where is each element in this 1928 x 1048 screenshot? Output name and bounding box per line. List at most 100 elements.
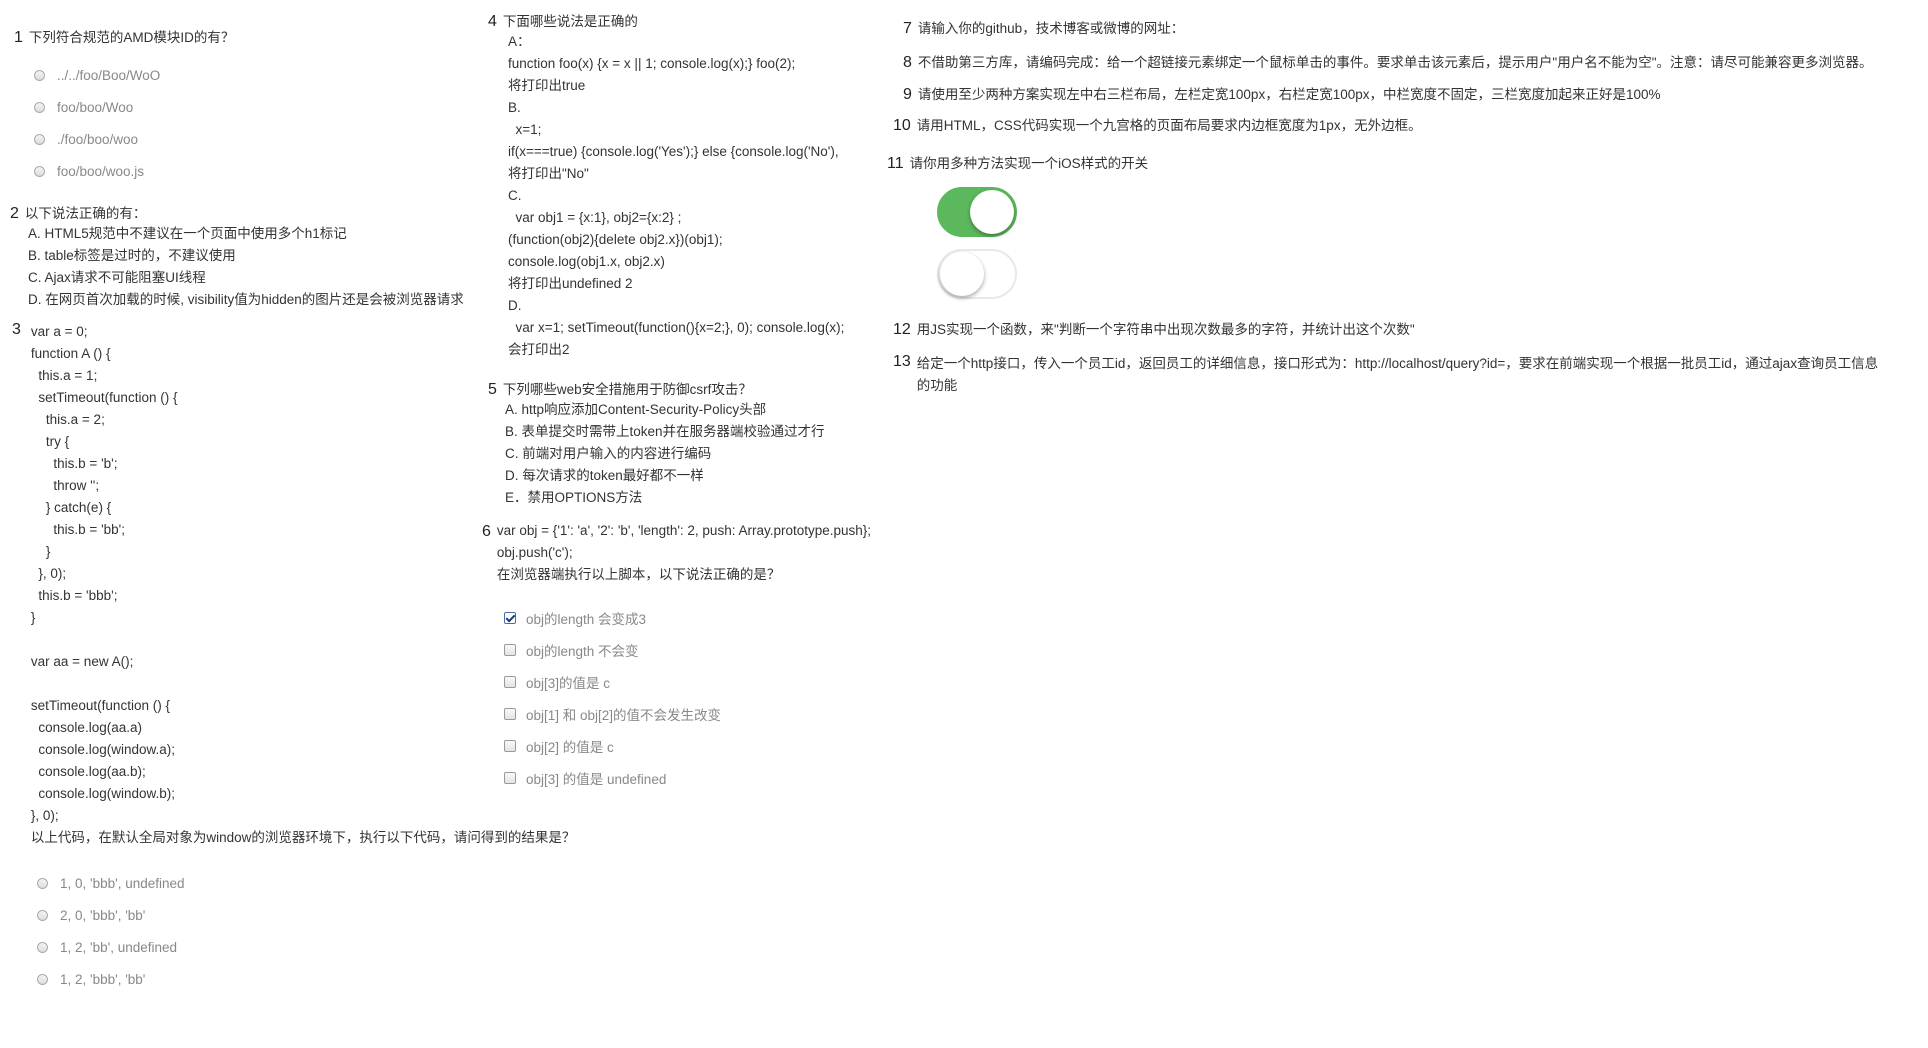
- option-label: foo/boo/Woo: [57, 99, 134, 115]
- statement: 将打印出true: [508, 78, 586, 93]
- question-title: 下面哪些说法是正确的: [502, 14, 638, 29]
- option-label: obj[3]的值是 c: [526, 676, 611, 691]
- question-13: 13 给定一个http接口，传入一个员工id，返回员工的详细信息，接口形式为：h…: [893, 353, 1913, 397]
- options: 1, 0, 'bbb', undefined 2, 0, 'bbb', 'bb'…: [37, 867, 575, 995]
- radio-button[interactable]: [34, 101, 45, 113]
- statement: 将打印出undefined 2: [508, 276, 633, 291]
- statement: C. Ajax请求不可能阻塞UI线程: [28, 270, 206, 285]
- statement: C.: [508, 188, 522, 203]
- question-number: 12: [893, 321, 911, 338]
- question-number: 2: [10, 205, 19, 222]
- option-label: 1, 2, 'bb', undefined: [60, 939, 177, 955]
- code-line: obj.push('c');: [496, 545, 573, 560]
- option-label: ./foo/boo/woo: [57, 131, 139, 147]
- checkbox-checked[interactable]: [504, 612, 516, 624]
- question-number: 10: [893, 117, 911, 134]
- statement: A：: [508, 34, 531, 49]
- radio-button[interactable]: [34, 69, 45, 81]
- question-7: 7 请输入你的github，技术博客或微博的网址：: [903, 20, 1184, 38]
- statement: B.: [508, 100, 521, 115]
- statement: D. 每次请求的token最好都不一样: [505, 468, 704, 483]
- option[interactable]: obj[3] 的值是 undefined: [504, 762, 871, 794]
- question-body: var obj = {'1': 'a', '2': 'b', 'length':…: [497, 520, 871, 586]
- option[interactable]: 2, 0, 'bbb', 'bb': [37, 899, 575, 931]
- question-2: 2 以下说法正确的有： A. HTML5规范中不建议在一个页面中使用多个h1标记…: [10, 205, 464, 311]
- code-line: }, 0);: [30, 808, 59, 823]
- question-title: 下列哪些web安全措施用于防御csrf攻击？: [502, 382, 752, 397]
- statement: x=1;: [508, 122, 542, 137]
- option[interactable]: foo/boo/Woo: [34, 91, 234, 123]
- statement: A. HTML5规范中不建议在一个页面中使用多个h1标记: [28, 226, 347, 241]
- option[interactable]: obj[2] 的值是 c: [504, 730, 871, 762]
- statement: var x=1; setTimeout(function(){x=2;}, 0)…: [508, 320, 845, 335]
- question-number: 3: [12, 321, 21, 338]
- option[interactable]: 1, 2, 'bbb', 'bb': [37, 963, 575, 995]
- question-number: 6: [482, 523, 491, 540]
- option[interactable]: obj的length 不会变: [504, 634, 871, 666]
- statement: 将打印出"No": [508, 166, 589, 181]
- question-number: 5: [488, 381, 497, 398]
- question-title: 在浏览器端执行以上脚本，以下说法正确的是？: [496, 567, 781, 582]
- question-number: 11: [887, 155, 904, 172]
- question-body: 给定一个http接口，传入一个员工id，返回员工的详细信息，接口形式为：http…: [917, 353, 1878, 397]
- question-number: 4: [488, 13, 497, 30]
- switch-group: [937, 187, 1148, 299]
- question-title: 请你用多种方法实现一个iOS样式的开关: [909, 156, 1149, 171]
- switch-knob: [940, 252, 984, 296]
- statement: B. table标签是过时的，不建议使用: [28, 248, 236, 263]
- statement: A. http响应添加Content-Security-Policy头部: [505, 402, 767, 417]
- ios-switch-on[interactable]: [937, 187, 1017, 237]
- checkbox[interactable]: [504, 676, 516, 688]
- radio-button[interactable]: [34, 165, 45, 177]
- option-label: 1, 2, 'bbb', 'bb': [60, 971, 146, 987]
- code-line: var obj = {'1': 'a', '2': 'b', 'length':…: [496, 523, 872, 538]
- question-number: 7: [903, 20, 912, 37]
- statement: D. 在网页首次加载的时候, visibility值为hidden的图片还是会被…: [28, 292, 464, 307]
- statement-list: A： function foo(x) {x = x || 1; console.…: [508, 31, 844, 361]
- option-label: foo/boo/woo.js: [57, 163, 145, 179]
- radio-button[interactable]: [37, 909, 48, 921]
- checkbox[interactable]: [504, 708, 516, 720]
- option[interactable]: obj[3]的值是 c: [504, 666, 871, 698]
- checkbox[interactable]: [504, 644, 516, 656]
- question-1: 1 下列符合规范的AMD模块ID的有？ ../../foo/Boo/WoO fo…: [14, 29, 234, 187]
- option-label: ../../foo/Boo/WoO: [57, 67, 161, 83]
- option[interactable]: ./foo/boo/woo: [34, 123, 234, 155]
- question-4: 4 下面哪些说法是正确的 A： function foo(x) {x = x |…: [488, 13, 844, 361]
- question-10: 10 请用HTML，CSS代码实现一个九宫格的页面布局要求内边框宽度为1px，无…: [893, 117, 1422, 135]
- radio-button[interactable]: [34, 133, 45, 145]
- radio-button[interactable]: [37, 941, 48, 953]
- statement: var obj1 = {x:1}, obj2={x:2} ;: [508, 210, 682, 225]
- question-title: 的功能: [916, 378, 958, 393]
- question-12: 12 用JS实现一个函数，来"判断一个字符串中出现次数最多的字符，并统计出这个次…: [893, 321, 1415, 339]
- question-title: 给定一个http接口，传入一个员工id，返回员工的详细信息，接口形式为：http…: [916, 356, 1879, 371]
- option[interactable]: ../../foo/Boo/WoO: [34, 59, 234, 91]
- option[interactable]: 1, 2, 'bb', undefined: [37, 931, 575, 963]
- radio-button[interactable]: [37, 877, 48, 889]
- switch-knob: [970, 190, 1014, 234]
- statement: (function(obj2){delete obj2.x})(obj1);: [508, 232, 723, 247]
- question-title: 请使用至少两种方案实现左中右三栏布局，左栏定宽100px，右栏定宽100px，中…: [917, 87, 1661, 102]
- option-label: 2, 0, 'bbb', 'bb': [60, 907, 146, 923]
- checkbox[interactable]: [504, 740, 516, 752]
- question-number: 13: [893, 353, 911, 370]
- option[interactable]: obj[1] 和 obj[2]的值不会发生改变: [504, 698, 871, 730]
- option[interactable]: 1, 0, 'bbb', undefined: [37, 867, 575, 899]
- checkbox[interactable]: [504, 772, 516, 784]
- question-5: 5 下列哪些web安全措施用于防御csrf攻击？ A. http响应添加Cont…: [488, 381, 825, 509]
- option-label: obj[1] 和 obj[2]的值不会发生改变: [526, 708, 722, 723]
- ios-switch-off[interactable]: [937, 249, 1017, 299]
- option-label: obj[2] 的值是 c: [526, 740, 614, 755]
- statement: B. 表单提交时需带上token并在服务器端校验通过才行: [505, 424, 825, 439]
- options: ../../foo/Boo/WoO foo/boo/Woo ./foo/boo/…: [34, 59, 234, 187]
- radio-button[interactable]: [37, 973, 48, 985]
- options: obj的length 会变成3 obj的length 不会变 obj[3]的值是…: [504, 602, 871, 794]
- question-title: 下列符合规范的AMD模块ID的有？: [28, 30, 235, 45]
- question-title: 不借助第三方库，请编码完成：给一个超链接元素绑定一个鼠标单击的事件。要求单击该元…: [917, 55, 1873, 70]
- statement-list: A. http响应添加Content-Security-Policy头部 B. …: [505, 399, 825, 509]
- option-label: obj[3] 的值是 undefined: [526, 772, 667, 787]
- question-number: 8: [903, 54, 912, 71]
- option[interactable]: obj的length 会变成3: [504, 602, 871, 634]
- question-number: 9: [903, 86, 912, 103]
- option[interactable]: foo/boo/woo.js: [34, 155, 234, 187]
